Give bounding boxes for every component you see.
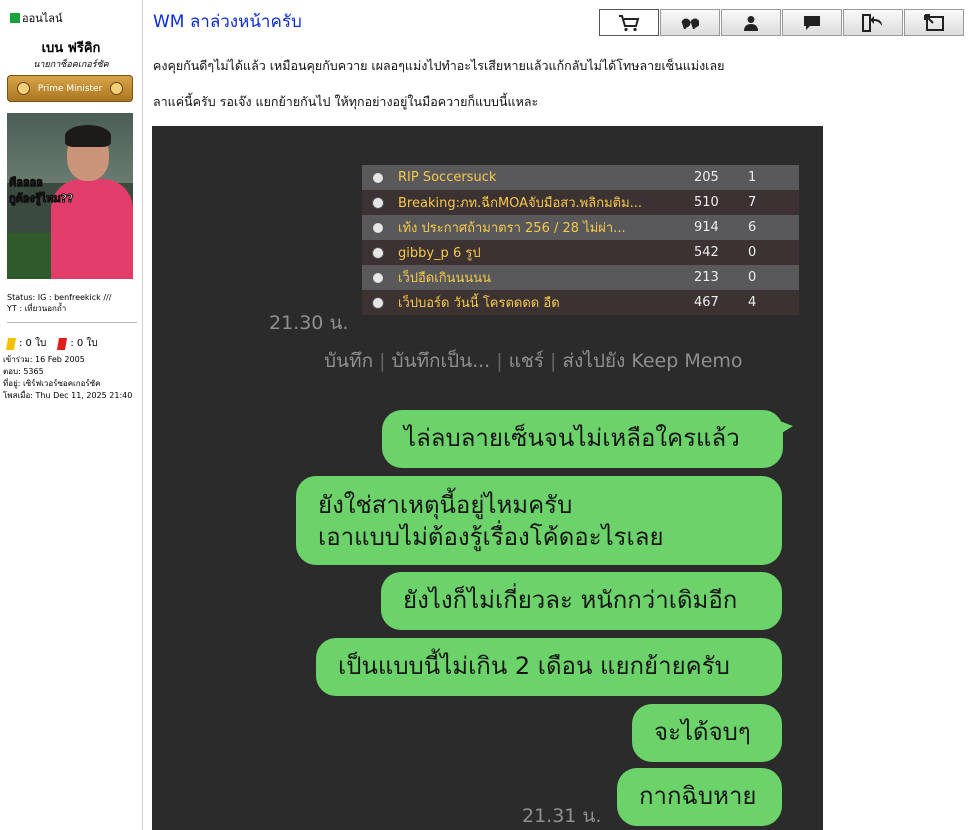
chat-timestamp: 21.31 น.: [522, 805, 602, 827]
avatar-caption-line: คืออออ: [9, 176, 44, 190]
red-card-count: : 0 ใบ: [70, 338, 98, 349]
topic-title: เว็ปบอร์ด วันนี้ โครตดดด อืด: [398, 296, 560, 311]
post-text-line: คงคุยกันดีๆไม่ได้แล้ว เหมือนคุยกับควาย เ…: [153, 58, 725, 73]
online-dot-icon: [10, 13, 20, 23]
list-item: เว็ปอืดเกินนนนน 213 0: [362, 265, 799, 290]
user-title: นายกาซ็อคเกอร์ซัค: [33, 60, 109, 70]
message-icon[interactable]: [782, 9, 842, 36]
posted-time: โพสเมื่อ: Thu Dec 11, 2025 21:40: [3, 391, 133, 400]
post-toolbar: [598, 9, 964, 36]
football-icon: [372, 271, 384, 284]
football-icon: [372, 296, 384, 309]
topic-title: gibby_p 6 รูป: [398, 246, 481, 261]
chat-bubble: ไล่ลบลายเซ็นจนไม่เหลือใครแล้ว: [382, 410, 793, 468]
topic-title: เว็ปอืดเกินนนนน: [398, 271, 491, 286]
medal-icon: [16, 82, 30, 95]
post-title[interactable]: WM ลาล่วงหน้าครับ: [153, 8, 302, 35]
chat-bubble: ยังไงก็ไม่เกี่ยวละ หนักกว่าเดิมอีก: [381, 572, 782, 630]
topic-replies: 6: [748, 220, 757, 235]
avatar-caption-line: กูต้องรู้ไหม??: [9, 192, 74, 206]
yellow-card-count: : 0 ใบ: [19, 338, 47, 349]
topic-replies: 0: [748, 245, 757, 260]
avatar-caption: คืออออ กูต้องรู้ไหม??: [9, 175, 74, 207]
card-counts: : 0 ใบ : 0 ใบ: [5, 336, 98, 351]
action-keep-memo: ส่งไปยัง Keep Memo: [562, 350, 743, 372]
avatar[interactable]: คืออออ กูต้องรู้ไหม??: [7, 113, 133, 279]
chat-bubble: กากฉิบหาย: [617, 768, 782, 826]
divider: [7, 322, 137, 323]
topic-title: เท้ง ประกาศถ้ามาตรา 256 / 28 ไม่ผ่า...: [398, 221, 626, 236]
chat-bubble: เป็นแบบนี้ไม่เกิน 2 เดือน แยกย้ายครับ: [316, 638, 782, 696]
image-actions: บันทึก | บันทึกเป็น... | แชร์ | ส่งไปยัง Keep …: [324, 350, 743, 372]
online-status: ออนไลน์: [10, 9, 63, 27]
post-count: ตอบ: 5365: [3, 367, 44, 376]
topic-views: 213: [694, 270, 719, 285]
chat-timestamp: 21.30 น.: [269, 312, 349, 334]
football-icon: [372, 221, 384, 234]
back-icon[interactable]: [843, 9, 903, 36]
football-icon: [372, 246, 384, 259]
reply-icon[interactable]: [904, 9, 964, 36]
user-sidebar: ออนไลน์ เบน ฟรีคิก นายกาซ็อคเกอร์ซัค Pri…: [0, 0, 143, 830]
football-icon: [372, 171, 384, 184]
username[interactable]: เบน ฟรีคิก: [0, 37, 142, 58]
list-item: Breaking:ภท.ฉีกMOAจับมือสว.พลิกมติม... 51…: [362, 190, 799, 215]
post-text-line: ลาแค่นี้ครับ รอเจ๊ง แยกย้ายกันไป ให้ทุกอ…: [153, 94, 539, 109]
topic-views: 205: [694, 170, 719, 185]
topic-views: 467: [694, 295, 719, 310]
list-item: เว็ปบอร์ด วันนี้ โครตดดด อืด 467 4: [362, 290, 799, 315]
status-line: Status: IG : benfreekick ///: [7, 293, 112, 302]
list-item: gibby_p 6 รูป 542 0: [362, 240, 799, 265]
topic-list: RIP Soccersuck 205 1 Breaking:ภท.ฉีกMOAจับ…: [362, 165, 799, 315]
medal-icon: [110, 82, 124, 95]
action-save: บันทึก: [324, 350, 374, 372]
user-meta: เข้าร่วม: 16 Feb 2005 ตอบ: 5365 ที่อยู่:…: [3, 354, 132, 402]
action-save-as: บันทึกเป็น...: [391, 350, 491, 372]
list-item: เท้ง ประกาศถ้ามาตรา 256 / 28 ไม่ผ่า... 91…: [362, 215, 799, 240]
location: ที่อยู่: เซิร์ฟเวอร์ซอคเกอร์ซัค: [3, 379, 101, 388]
cart-icon[interactable]: [599, 9, 659, 36]
football-icon: [372, 196, 384, 209]
online-label: ออนไลน์: [22, 12, 63, 25]
chat-screenshot-image: RIP Soccersuck 205 1 Breaking:ภท.ฉีกMOAจับ…: [152, 126, 823, 830]
topic-views: 510: [694, 195, 719, 210]
red-card-icon: [57, 337, 68, 350]
topic-title: Breaking:ภท.ฉีกMOAจับมือสว.พลิกมติม...: [398, 196, 643, 211]
chat-bubble: ยังใช่สาเหตุนี้อยู่ไหมครับ เอาแบบไม่ต้อง…: [296, 476, 782, 565]
list-item: RIP Soccersuck 205 1: [362, 165, 799, 190]
action-share: แชร์: [508, 350, 544, 372]
topic-replies: 0: [748, 270, 757, 285]
topic-replies: 7: [748, 195, 757, 210]
topic-title: RIP Soccersuck: [398, 170, 497, 185]
yellow-card-icon: [5, 337, 17, 350]
topic-views: 542: [694, 245, 719, 260]
joined-date: เข้าร่วม: 16 Feb 2005: [3, 355, 85, 364]
chat-bubble-line: ยังใช่สาเหตุนี้อยู่ไหมครับ: [318, 491, 573, 519]
profile-icon[interactable]: [721, 9, 781, 36]
rank-label: Prime Minister: [37, 83, 103, 94]
chat-bubble-line: เอาแบบไม่ต้องรู้เรื่องโค้ดอะไรเลย: [318, 523, 664, 551]
topic-views: 914: [694, 220, 719, 235]
status-line: YT : เที่ยวนอกถ้ำ: [7, 304, 67, 313]
rank-badge: Prime Minister: [7, 75, 133, 102]
user-status: Status: IG : benfreekick /// YT : เที่ยว…: [7, 292, 111, 314]
chat-bubble: จะได้จบๆ: [632, 704, 782, 762]
topic-replies: 4: [748, 295, 757, 310]
quote-icon[interactable]: [660, 9, 720, 36]
topic-replies: 1: [748, 170, 757, 185]
